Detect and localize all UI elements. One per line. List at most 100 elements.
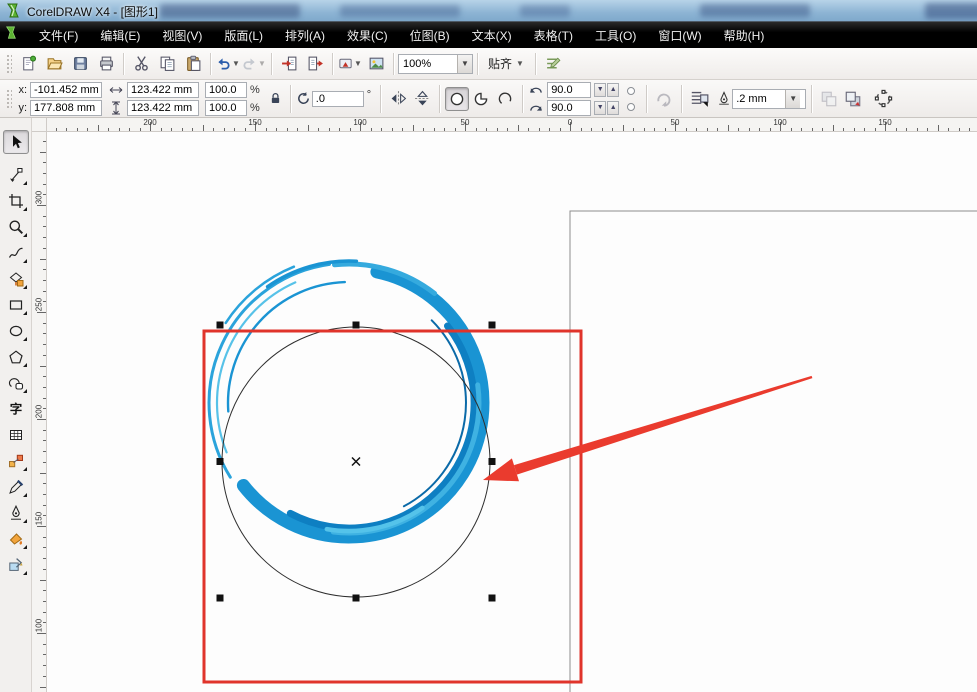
outline-pen-tool[interactable] bbox=[3, 501, 29, 525]
paste-button[interactable] bbox=[180, 51, 206, 77]
snap-to-button[interactable]: 贴齐 ▼ bbox=[482, 52, 531, 76]
flyout-arrow-icon[interactable] bbox=[23, 307, 27, 315]
basic-shapes-tool[interactable] bbox=[3, 371, 29, 395]
freehand-tool[interactable] bbox=[3, 241, 29, 265]
rectangle-tool[interactable] bbox=[3, 293, 29, 317]
selection-handle[interactable] bbox=[353, 322, 360, 329]
rotation-angle-input[interactable] bbox=[312, 91, 364, 107]
selection-handle[interactable] bbox=[217, 322, 224, 329]
flyout-arrow-icon[interactable] bbox=[23, 489, 27, 497]
spinner-up-icon[interactable]: ▲ bbox=[607, 83, 619, 97]
flyout-arrow-icon[interactable] bbox=[23, 385, 27, 393]
object-width-input[interactable] bbox=[127, 82, 199, 98]
to-back-of-layer-button[interactable] bbox=[817, 87, 841, 111]
vertical-ruler[interactable]: 300250200150100 bbox=[32, 132, 47, 692]
selection-handles[interactable] bbox=[217, 322, 496, 602]
flyout-arrow-icon[interactable] bbox=[23, 359, 27, 367]
polygon-tool[interactable] bbox=[3, 345, 29, 369]
text-wrap-button[interactable] bbox=[687, 87, 711, 111]
zoom-tool[interactable] bbox=[3, 215, 29, 239]
chevron-down-icon[interactable]: ▼ bbox=[457, 55, 472, 73]
drawing-canvas[interactable] bbox=[47, 132, 977, 692]
chevron-down-icon[interactable]: ▼ bbox=[516, 59, 525, 68]
flyout-arrow-icon[interactable] bbox=[23, 333, 27, 341]
flyout-arrow-icon[interactable] bbox=[23, 567, 27, 575]
print-button[interactable] bbox=[93, 51, 119, 77]
scale-x-input[interactable] bbox=[205, 82, 247, 98]
convert-to-curves-button[interactable] bbox=[871, 87, 895, 111]
chevron-down-icon[interactable]: ▼ bbox=[354, 59, 362, 68]
menu-arrange[interactable]: 排列(A) bbox=[274, 23, 336, 48]
document-icon[interactable] bbox=[4, 26, 18, 45]
selection-handle[interactable] bbox=[489, 458, 496, 465]
arc-end-angle-input[interactable] bbox=[547, 100, 591, 116]
object-y-input[interactable] bbox=[30, 100, 102, 116]
import-button[interactable] bbox=[276, 51, 302, 77]
interactive-fill-tool[interactable] bbox=[3, 553, 29, 577]
fill-tool[interactable] bbox=[3, 527, 29, 551]
arc-direction-radio[interactable] bbox=[627, 103, 635, 111]
toolbar-grip[interactable] bbox=[5, 53, 12, 75]
options-button[interactable] bbox=[540, 51, 566, 77]
property-bar-grip[interactable] bbox=[5, 88, 12, 110]
outline-width-combo[interactable]: ▼ bbox=[732, 89, 806, 109]
spinner-down-icon[interactable]: ▼ bbox=[594, 101, 606, 115]
brush-circle-object[interactable] bbox=[209, 261, 483, 537]
application-launcher-button[interactable]: ▼ bbox=[337, 51, 363, 77]
object-x-input[interactable] bbox=[30, 82, 102, 98]
undo-button[interactable]: ▼ bbox=[215, 51, 241, 77]
menu-text[interactable]: 文本(X) bbox=[461, 23, 523, 48]
open-button[interactable] bbox=[41, 51, 67, 77]
table-tool[interactable] bbox=[3, 423, 29, 447]
flyout-arrow-icon[interactable] bbox=[23, 203, 27, 211]
menu-edit[interactable]: 编辑(E) bbox=[89, 23, 151, 48]
title-bar[interactable]: CorelDRAW X4 - [图形1] bbox=[0, 0, 977, 22]
outline-width-input[interactable] bbox=[733, 91, 785, 107]
menu-table[interactable]: 表格(T) bbox=[523, 23, 584, 48]
menu-layout[interactable]: 版面(L) bbox=[213, 23, 274, 48]
chevron-down-icon[interactable]: ▼ bbox=[258, 59, 266, 68]
menu-help[interactable]: 帮助(H) bbox=[713, 23, 776, 48]
flyout-arrow-icon[interactable] bbox=[23, 515, 27, 523]
menu-file[interactable]: 文件(F) bbox=[28, 23, 89, 48]
selection-handle[interactable] bbox=[217, 595, 224, 602]
eyedropper-tool[interactable] bbox=[3, 475, 29, 499]
flyout-arrow-icon[interactable] bbox=[23, 177, 27, 185]
menu-tools[interactable]: 工具(O) bbox=[584, 23, 647, 48]
arc-direction-radio[interactable] bbox=[627, 87, 635, 95]
flyout-arrow-icon[interactable] bbox=[23, 463, 27, 471]
scale-y-input[interactable] bbox=[205, 100, 247, 116]
menu-effects[interactable]: 效果(C) bbox=[336, 23, 399, 48]
flyout-arrow-icon[interactable] bbox=[23, 229, 27, 237]
mirror-vertical-button[interactable] bbox=[410, 87, 434, 111]
smart-fill-tool[interactable] bbox=[3, 267, 29, 291]
flyout-arrow-icon[interactable] bbox=[23, 281, 27, 289]
pie-mode-button[interactable] bbox=[469, 87, 493, 111]
new-document-button[interactable] bbox=[15, 51, 41, 77]
ellipse-mode-button[interactable] bbox=[445, 87, 469, 111]
chevron-down-icon[interactable]: ▼ bbox=[232, 59, 240, 68]
to-front-of-layer-button[interactable] bbox=[841, 87, 865, 111]
menu-window[interactable]: 窗口(W) bbox=[647, 23, 712, 48]
pick-tool[interactable] bbox=[3, 130, 29, 154]
selection-center-mark[interactable] bbox=[352, 458, 360, 466]
horizontal-ruler[interactable]: 20015010050050100150 bbox=[47, 118, 977, 132]
lock-ratio-button[interactable] bbox=[266, 89, 285, 108]
change-direction-button[interactable] bbox=[652, 87, 676, 111]
zoom-level-combo[interactable]: ▼ bbox=[398, 54, 473, 74]
crop-tool[interactable] bbox=[3, 189, 29, 213]
copy-button[interactable] bbox=[154, 51, 180, 77]
object-height-input[interactable] bbox=[127, 100, 199, 116]
flyout-arrow-icon[interactable] bbox=[23, 255, 27, 263]
arc-start-angle-input[interactable] bbox=[547, 82, 591, 98]
mirror-horizontal-button[interactable] bbox=[386, 87, 410, 111]
zoom-level-input[interactable] bbox=[399, 56, 457, 72]
flyout-arrow-icon[interactable] bbox=[23, 541, 27, 549]
chevron-down-icon[interactable]: ▼ bbox=[785, 90, 800, 108]
arc-mode-button[interactable] bbox=[493, 87, 517, 111]
blend-tool[interactable] bbox=[3, 449, 29, 473]
spinner-up-icon[interactable]: ▲ bbox=[607, 101, 619, 115]
export-button[interactable] bbox=[302, 51, 328, 77]
selection-handle[interactable] bbox=[217, 458, 224, 465]
selection-handle[interactable] bbox=[353, 595, 360, 602]
